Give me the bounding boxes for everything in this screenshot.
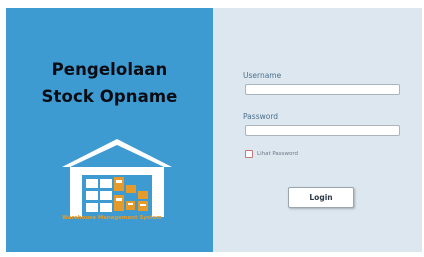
logo-caption: Warehouse Management System xyxy=(62,215,162,221)
show-password-toggle[interactable]: Lihat Password xyxy=(245,150,298,158)
app-title-line2: Stock Opname xyxy=(41,87,178,106)
username-input[interactable] xyxy=(245,84,400,95)
show-password-checkbox[interactable] xyxy=(245,150,253,158)
show-password-label: Lihat Password xyxy=(257,151,299,157)
warehouse-logo-icon xyxy=(62,139,172,217)
login-button[interactable]: Login xyxy=(288,187,354,208)
username-label: Username xyxy=(243,71,282,80)
branding-panel: Pengelolaan Stock Opname Warehouse Manag… xyxy=(6,8,213,252)
password-label: Password xyxy=(243,112,279,121)
login-panel: Username Password Lihat Password Login xyxy=(213,8,422,252)
password-input[interactable] xyxy=(245,125,400,136)
app-title-line1: Pengelolaan xyxy=(51,60,168,79)
